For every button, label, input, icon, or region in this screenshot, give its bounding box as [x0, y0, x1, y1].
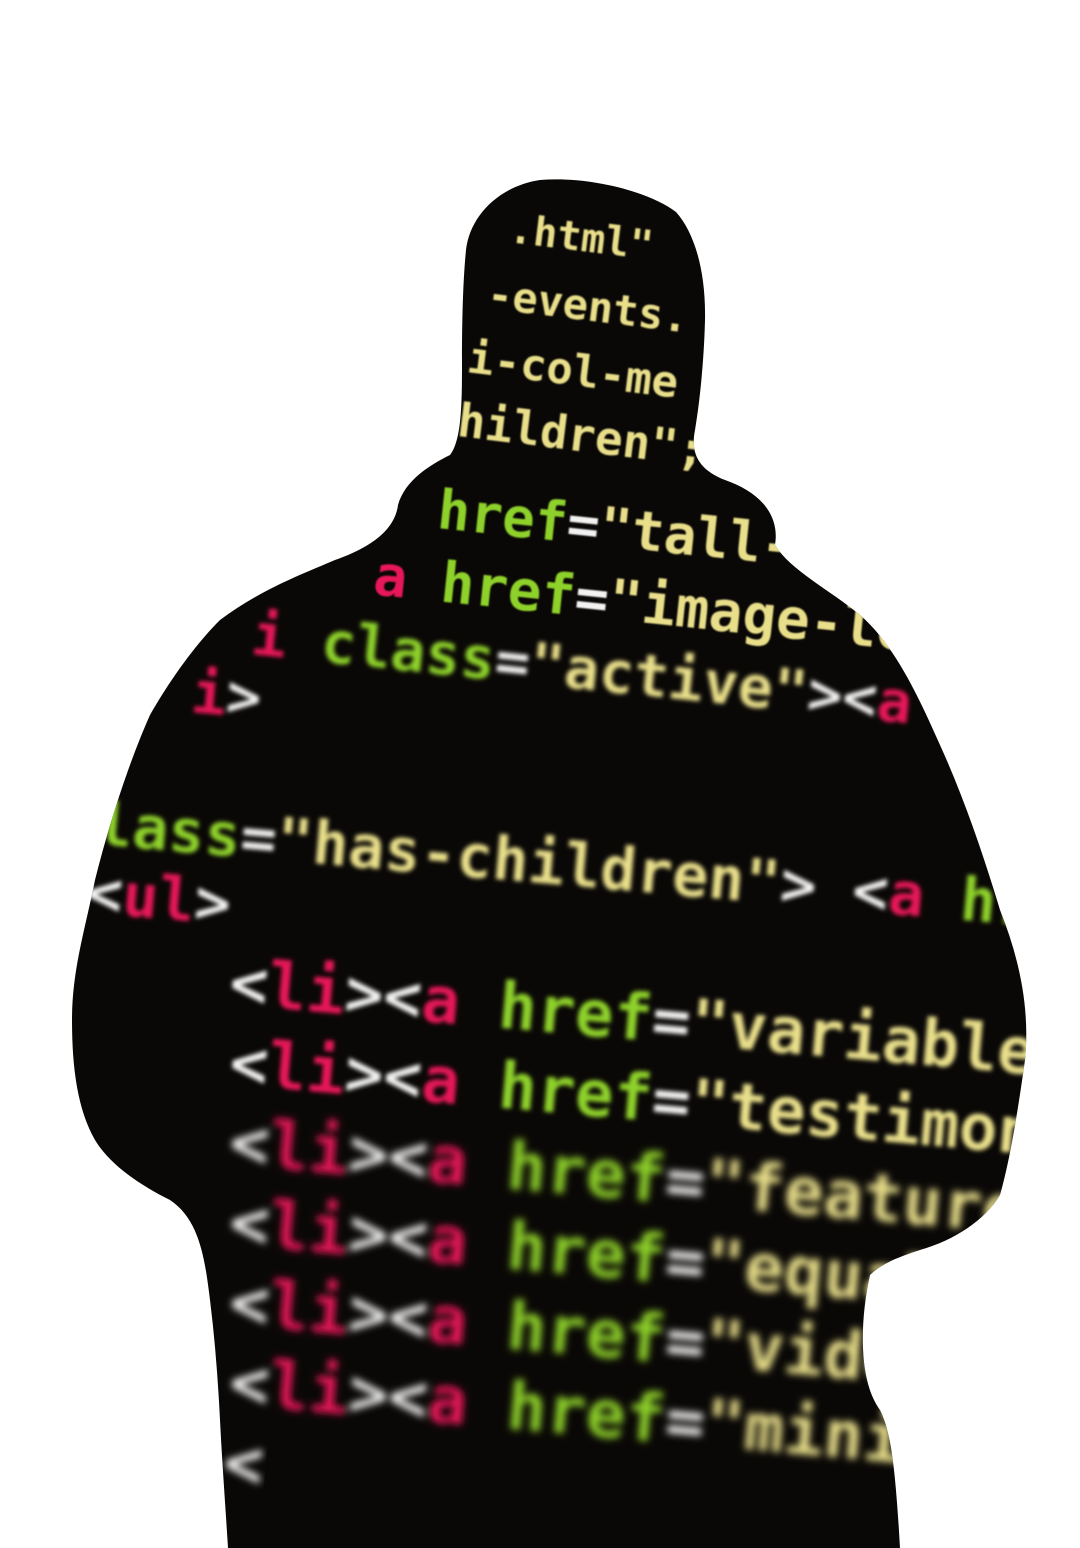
- code-token-punctuation: <: [221, 1423, 267, 1503]
- code-token-punctuation: <: [227, 1263, 273, 1343]
- code-token-tag: a: [371, 543, 445, 615]
- code-token-tag: a: [419, 963, 502, 1043]
- code-line: <: [221, 1423, 267, 1503]
- code-token-punctuation: =: [662, 1301, 708, 1381]
- code-token-punctuation: <: [227, 1103, 273, 1183]
- code-token-tag: ul: [120, 860, 198, 936]
- code-token-punctuation: =: [649, 1063, 694, 1140]
- code-token-tag: li: [266, 1107, 352, 1191]
- code-token-punctuation: <: [227, 946, 272, 1023]
- code-token-tag: a: [419, 1043, 502, 1123]
- code-token-punctuation: ><: [345, 1114, 431, 1198]
- code-token-tag: a: [885, 858, 963, 934]
- code-token-tag: li: [265, 1030, 348, 1110]
- code-token-attribute: href: [495, 970, 655, 1057]
- code-token-punctuation: =: [649, 983, 694, 1060]
- code-token-punctuation: =: [662, 1141, 708, 1221]
- code-token-attribute: href: [495, 1050, 655, 1137]
- code-token-tag: i: [189, 658, 230, 729]
- code-token-attribute: href: [504, 1287, 669, 1378]
- code-token-punctuation: >: [192, 867, 234, 940]
- code-token-punctuation: <: [227, 1183, 273, 1263]
- code-line: <ul>: [84, 857, 234, 939]
- code-token-punctuation: =: [662, 1221, 708, 1301]
- code-token-tag: li: [266, 1347, 352, 1431]
- code-line: i>: [189, 658, 265, 732]
- code-token-punctuation: ><: [342, 956, 425, 1036]
- code-token-punctuation: ><: [345, 1194, 431, 1278]
- silhouette-code-photo: .html"-events.i-col-mehildren";href="tal…: [0, 0, 1080, 1548]
- code-token-punctuation: <: [227, 1343, 273, 1423]
- code-token-punctuation: ><: [345, 1274, 431, 1358]
- code-token-punctuation: =: [662, 1381, 708, 1461]
- code-token-tag: a: [425, 1201, 511, 1285]
- code-token-tag: li: [265, 950, 348, 1030]
- code-token-attribute: href: [504, 1207, 669, 1298]
- code-token-punctuation: =: [238, 802, 280, 875]
- code-token-punctuation: >: [224, 661, 265, 732]
- code-token-punctuation: ><: [342, 1036, 425, 1116]
- code-token-attribute: href: [504, 1127, 669, 1218]
- code-token-attribute: href: [504, 1367, 669, 1458]
- code-token-tag: a: [425, 1121, 511, 1205]
- code-token-tag: li: [266, 1187, 352, 1271]
- code-token-punctuation: ><: [345, 1354, 431, 1438]
- code-token-punctuation: <: [227, 1026, 272, 1103]
- code-token-tag: a: [425, 1361, 511, 1445]
- code-token-punctuation: ><: [804, 659, 881, 734]
- code-token-tag: li: [266, 1267, 352, 1351]
- code-token-punctuation: > <: [777, 849, 891, 928]
- code-token-tag: a: [425, 1281, 511, 1365]
